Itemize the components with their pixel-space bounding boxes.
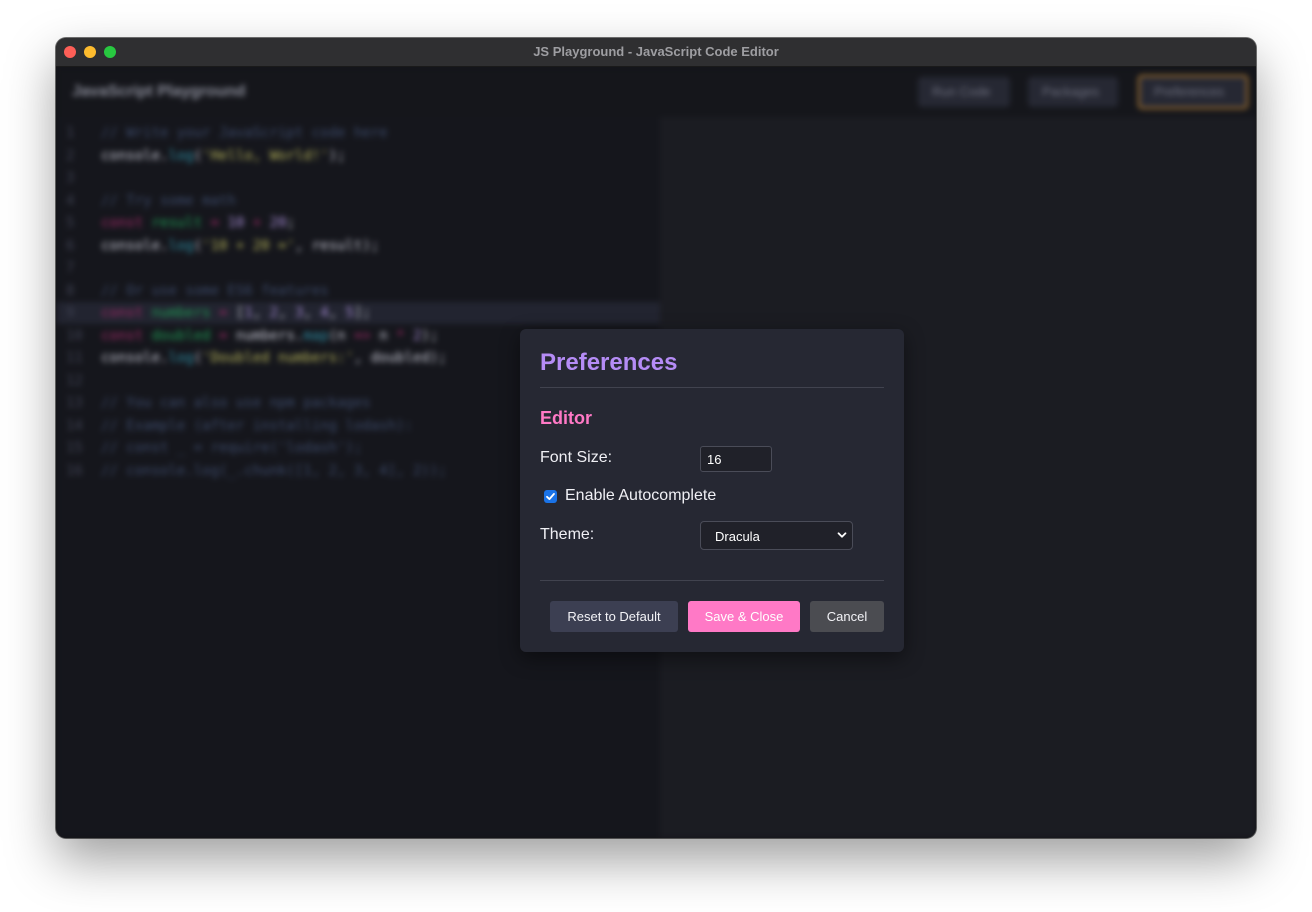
line-number: 9 xyxy=(66,305,75,321)
code-text: // Example (after installing lodash): xyxy=(101,417,413,434)
line-number: 3 xyxy=(66,170,75,186)
line-number: 6 xyxy=(66,237,75,254)
line-number: 11 xyxy=(66,350,83,366)
theme-selected-value: Dracula xyxy=(715,529,760,544)
line-number: 13 xyxy=(66,395,83,411)
code-line[interactable]: 2 console.log('Hello, World!'); xyxy=(56,145,660,167)
code-text: console.log('Doubled numbers:', doubled)… xyxy=(101,350,447,366)
window-titlebar[interactable]: JS Playground - JavaScript Code Editor xyxy=(56,38,1256,67)
line-number: 7 xyxy=(66,260,75,276)
autocomplete-checkbox[interactable] xyxy=(544,490,557,503)
line-number: 14 xyxy=(66,417,83,434)
line-number: 12 xyxy=(66,372,83,389)
code-text: console.log('Hello, World!'); xyxy=(101,147,346,164)
code-line[interactable]: 1 // Write your JavaScript code here xyxy=(56,122,660,144)
line-number: 8 xyxy=(66,282,75,299)
window-title: JS Playground - JavaScript Code Editor xyxy=(533,44,779,59)
code-line[interactable]: 9 const numbers = [1, 2, 3, 4, 5]; xyxy=(56,302,660,324)
code-line[interactable]: 7 xyxy=(56,257,660,279)
code-line[interactable]: 4 // Try some math xyxy=(56,190,660,212)
line-number: 10 xyxy=(66,327,83,344)
app-header: JavaScript Playground Run Code Packages … xyxy=(56,67,1256,117)
app-window: JS Playground - JavaScript Code Editor J… xyxy=(56,38,1256,838)
code-text: const doubled = numbers.map(n => n * 2); xyxy=(101,327,439,344)
theme-label: Theme: xyxy=(540,526,595,543)
packages-button[interactable]: Packages xyxy=(1028,77,1118,107)
code-text: // Write your JavaScript code here xyxy=(101,125,388,141)
code-line[interactable]: 3 xyxy=(56,167,660,189)
footer-divider xyxy=(540,580,884,581)
autocomplete-label[interactable]: Enable Autocomplete xyxy=(565,487,716,505)
code-text: console.log('10 + 20 =', result); xyxy=(101,237,380,254)
run-code-button[interactable]: Run Code xyxy=(918,77,1010,107)
code-text: // const _ = require('lodash'); xyxy=(101,440,363,456)
cancel-button[interactable]: Cancel xyxy=(810,601,884,632)
line-number: 15 xyxy=(66,440,83,456)
code-text: const result = 10 + 20; xyxy=(101,215,295,231)
code-text: // Or use some ES6 features xyxy=(101,282,329,299)
line-number: 1 xyxy=(66,125,75,141)
app-title: JavaScript Playground xyxy=(72,83,246,100)
code-text: // You can also use npm packages xyxy=(101,395,371,411)
theme-select[interactable]: Dracula xyxy=(700,521,853,550)
code-text: // Try some math xyxy=(101,192,236,209)
code-text: // console.log(_.chunk([1, 2, 3, 4], 2))… xyxy=(101,462,447,479)
reset-to-default-button[interactable]: Reset to Default xyxy=(550,601,678,632)
line-number: 2 xyxy=(66,147,75,164)
chevron-down-icon xyxy=(836,529,848,544)
section-title-editor: Editor xyxy=(540,408,592,428)
dialog-title: Preferences xyxy=(540,349,678,376)
title-divider xyxy=(540,387,884,388)
line-number: 4 xyxy=(66,192,75,209)
line-number: 5 xyxy=(66,215,75,231)
code-line[interactable]: 6 console.log('10 + 20 =', result); xyxy=(56,235,660,257)
font-size-input[interactable] xyxy=(700,446,772,472)
font-size-label: Font Size: xyxy=(540,449,613,466)
preferences-dialog: Preferences Editor Font Size: Enable Aut… xyxy=(520,329,904,652)
code-text: const numbers = [1, 2, 3, 4, 5]; xyxy=(101,305,371,321)
checkmark-icon xyxy=(546,493,555,500)
code-line[interactable]: 5 const result = 10 + 20; xyxy=(56,212,660,234)
save-close-button[interactable]: Save & Close xyxy=(688,601,800,632)
preferences-button[interactable]: Preferences xyxy=(1138,75,1248,109)
line-number: 16 xyxy=(66,462,83,479)
code-line[interactable]: 8 // Or use some ES6 features xyxy=(56,280,660,302)
